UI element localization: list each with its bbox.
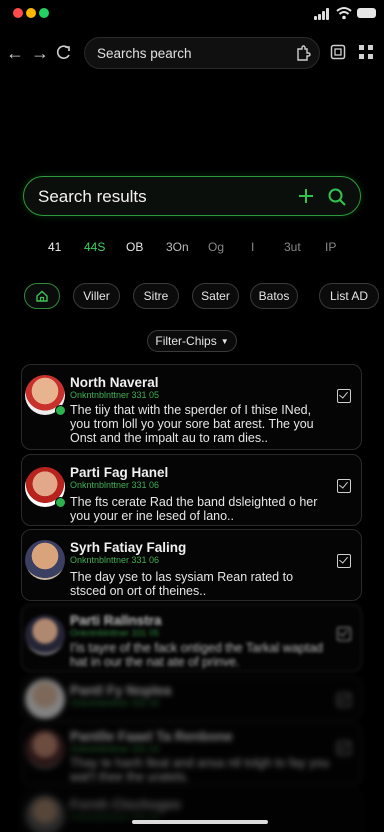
result-checkbox[interactable] — [337, 627, 351, 641]
list-item[interactable]: Syrh Fatiay Faling Onkntnblnttner 331 06… — [21, 529, 362, 601]
result-snippet: Thay te hanh lleat and ansa ntl tolgh to… — [70, 756, 330, 784]
status-bar — [0, 0, 384, 28]
maximize-window-dot[interactable] — [39, 8, 49, 18]
result-title: Parti Fag Hanel — [70, 465, 169, 480]
result-snippet: The tiiy that with the sperder of I this… — [70, 403, 314, 445]
browser-toolbar: ← → Searchs pearch — [0, 34, 384, 74]
chip-sater[interactable]: Sater — [192, 283, 239, 309]
result-title: Parti Rallnstra — [70, 613, 162, 628]
search-input[interactable]: Search results — [23, 176, 361, 216]
result-title: Syrh Fatiay Faling — [70, 540, 187, 555]
count-tab[interactable]: IP — [325, 240, 336, 254]
result-checkbox[interactable] — [337, 389, 351, 403]
result-checkbox[interactable] — [337, 693, 351, 707]
wifi-icon — [336, 7, 352, 20]
cellular-signal-icon — [314, 8, 332, 20]
result-counts: 41 44S OB 3On Og I 3ut IP — [0, 240, 384, 260]
avatar — [25, 540, 65, 580]
result-subtitle: Onkntnblnttner 331 06 — [70, 555, 160, 565]
avatar — [25, 795, 65, 832]
count-tab[interactable]: OB — [126, 240, 143, 254]
list-item[interactable]: Pantl Fy Noplea Onkntnblnttner 331 04 — [21, 676, 362, 720]
address-bar-text: Searchs pearch — [97, 46, 192, 61]
result-checkbox[interactable] — [337, 479, 351, 493]
count-tab[interactable]: I — [251, 240, 254, 254]
count-tab[interactable]: 41 — [48, 240, 61, 254]
filter-chips: Viller Sitre Sater Batos List AD — [0, 283, 384, 310]
forward-icon[interactable]: → — [29, 42, 51, 64]
grid-icon[interactable] — [357, 43, 375, 61]
result-snippet: The fts cerate Rad the band dsleighted o… — [70, 495, 318, 523]
home-icon — [36, 290, 48, 302]
count-tab[interactable]: Og — [208, 240, 224, 254]
filter-chips-dropdown[interactable]: Filter-Chips ▼ — [147, 330, 237, 352]
result-checkbox[interactable] — [337, 554, 351, 568]
count-tab[interactable]: 3On — [166, 240, 189, 254]
filter-dropdown-label: Filter-Chips — [155, 334, 217, 348]
result-title: Fornh Clochogee — [70, 797, 181, 812]
result-subtitle: Onkntnblnttner 331 03 — [70, 744, 160, 754]
back-icon[interactable]: ← — [4, 42, 26, 64]
count-tab[interactable]: 44S — [84, 240, 105, 254]
close-window-dot[interactable] — [13, 8, 23, 18]
avatar — [25, 679, 65, 719]
result-subtitle: Onkntnblnttner 331 06 — [70, 480, 160, 490]
refresh-icon[interactable] — [55, 44, 73, 62]
search-icon[interactable] — [326, 186, 348, 208]
verified-badge-icon — [55, 405, 66, 416]
result-subtitle: Onkntnblnttner 331 05 — [70, 390, 160, 400]
chip-home[interactable] — [24, 283, 60, 309]
result-title: Pantl Fy Noplea — [70, 683, 172, 698]
home-indicator[interactable] — [132, 820, 268, 824]
avatar — [25, 615, 65, 655]
list-item[interactable]: Fornh Clochogee Onkntnblnttner 331 02 — [21, 790, 362, 832]
verified-badge-icon — [55, 497, 66, 508]
list-item[interactable]: Pantlle Faael Ta Renbone Onkntnblnttner … — [21, 722, 362, 786]
result-checkbox[interactable] — [337, 741, 351, 755]
result-subtitle: Onkntnblnttner 331 04 — [70, 698, 160, 708]
list-item[interactable]: North Naveral Onkntnblnttner 331 05 The … — [21, 364, 362, 450]
result-title: Pantlle Faael Ta Renbone — [70, 729, 233, 744]
address-bar[interactable]: Searchs pearch — [84, 37, 320, 69]
avatar — [25, 729, 65, 769]
chip-sitre[interactable]: Sitre — [133, 283, 179, 309]
result-subtitle: Onkntnblnttner 331 05 — [70, 628, 160, 638]
count-tab[interactable]: 3ut — [284, 240, 301, 254]
chip-list-ad[interactable]: List AD — [319, 283, 379, 309]
result-title: North Naveral — [70, 375, 159, 390]
chip-batos[interactable]: Batos — [250, 283, 298, 309]
result-snippet: The day yse to las sysiam Rean rated to … — [70, 570, 294, 598]
list-item[interactable]: Parti Fag Hanel Onkntnblnttner 331 06 Th… — [21, 454, 362, 526]
battery-icon — [357, 8, 376, 18]
share-icon[interactable] — [329, 43, 347, 61]
list-item[interactable]: Parti Rallnstra Onkntnblnttner 331 05 I'… — [21, 604, 362, 672]
extension-icon[interactable] — [293, 45, 311, 63]
plus-icon[interactable] — [295, 185, 317, 207]
minimize-window-dot[interactable] — [26, 8, 36, 18]
chip-viller[interactable]: Viller — [73, 283, 120, 309]
chevron-down-icon: ▼ — [220, 336, 229, 346]
result-snippet: I'is tayre of the fack ontiged the Tarka… — [70, 641, 323, 669]
search-input-text: Search results — [38, 187, 147, 206]
